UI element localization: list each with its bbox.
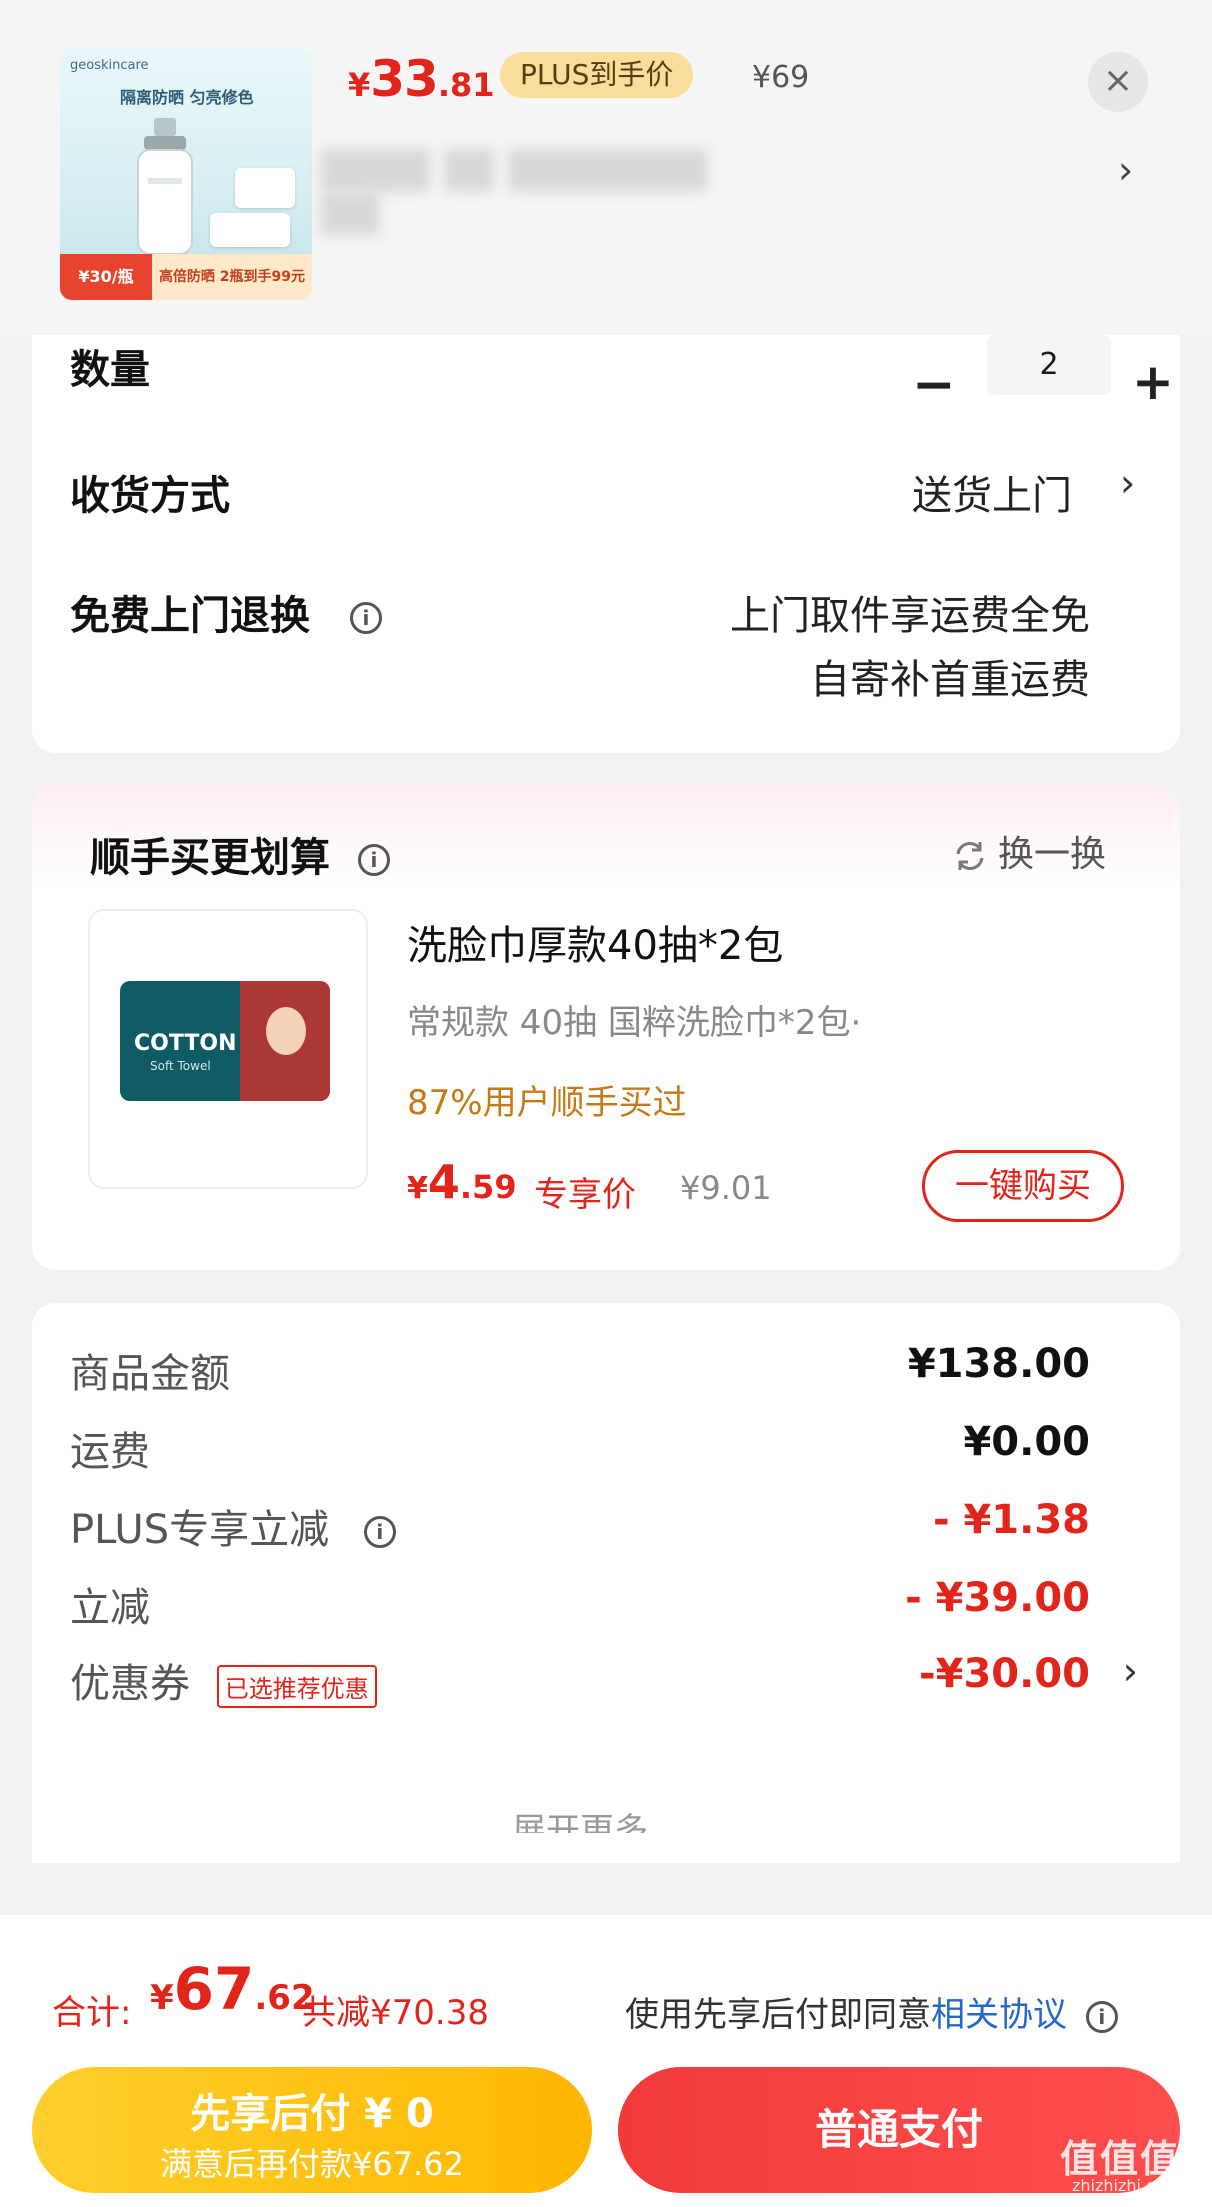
one-click-buy-button[interactable]: 一键购买 — [922, 1150, 1124, 1222]
thumbnail-card — [235, 168, 295, 208]
thumbnail-slogan: 隔离防晒 匀亮修色 — [120, 88, 254, 107]
refresh-icon — [956, 842, 984, 870]
total-savings: 共减¥70.38 — [302, 1993, 489, 2033]
close-button[interactable]: × — [1088, 52, 1148, 112]
sunscreen-bottle-icon — [137, 118, 193, 255]
chevron-right-icon[interactable]: › — [1120, 461, 1135, 505]
info-icon[interactable]: i — [349, 602, 382, 634]
free-return-label: 免费上门退换 i — [70, 583, 382, 641]
quantity-label: 数量 — [70, 347, 150, 393]
agreement-link[interactable]: 相关协议 — [931, 1995, 1067, 2035]
info-icon[interactable]: i — [363, 1516, 396, 1548]
watermark: 值值值 — [1060, 2137, 1181, 2181]
quantity-stepper[interactable]: 2 — [987, 335, 1111, 395]
plus-price: ¥ 33 .81 — [348, 50, 495, 110]
pack-label: COTTON — [134, 1031, 237, 1056]
total-amount: ¥ 67 .62 — [150, 1955, 315, 2023]
summary-label: 运费 — [70, 1429, 150, 1475]
upsell-card: 顺手买更划算 i 换一换 COTTON Soft Towel 洗脸巾厚款40抽*… — [32, 785, 1180, 1270]
upsell-title: 顺手买更划算 i — [90, 825, 390, 883]
price-currency: ¥ — [150, 1978, 174, 2018]
thumbnail-badge: ¥30/瓶 — [60, 254, 152, 300]
pack-sublabel: Soft Towel — [150, 1059, 211, 1073]
chevron-right-icon[interactable]: › — [1123, 1649, 1138, 1693]
price-currency: ¥ — [348, 66, 371, 104]
quantity-increase-button[interactable]: + — [1132, 353, 1174, 411]
exclusive-price-label: 专享价 — [534, 1175, 636, 1215]
info-icon[interactable]: i — [357, 844, 390, 876]
delivery-method-value[interactable]: 送货上门 — [912, 463, 1072, 521]
product-header: geoskincare 隔离防晒 匀亮修色 ¥30/瓶 高倍防晒 2瓶到手99元… — [0, 0, 1212, 335]
summary-value: - ¥1.38 — [932, 1497, 1090, 1543]
close-icon: × — [1102, 60, 1134, 101]
upsell-product-image[interactable]: COTTON Soft Towel — [88, 909, 368, 1189]
free-return-text: 免费上门退换 — [70, 593, 310, 639]
summary-label: 立减 — [70, 1585, 150, 1631]
summary-label: PLUS专享立减 i — [70, 1497, 396, 1555]
plus-price-badge: PLUS到手价 — [500, 52, 694, 98]
coupon-tag: 已选推荐优惠 — [216, 1664, 377, 1708]
upsell-product-spec[interactable]: 常规款 40抽 国粹洗脸巾*2包· — [407, 995, 861, 1044]
upsell-title-text: 顺手买更划算 — [90, 835, 330, 881]
original-price: ¥69 — [752, 60, 810, 95]
order-options-card: 数量 − 2 + 收货方式 送货上门 › 免费上门退换 i 上门取件享运费全免 … — [32, 335, 1180, 753]
summary-value: ¥0.00 — [963, 1419, 1090, 1465]
bnpl-subtitle: 满意后再付款¥67.62 — [160, 2145, 464, 2183]
price-decimal: .59 — [459, 1168, 517, 1206]
quantity-decrease-button[interactable]: − — [912, 355, 956, 415]
price-integer: 67 — [173, 1955, 255, 2023]
summary-label: 优惠券 已选推荐优惠 — [70, 1651, 377, 1709]
summary-label: 商品金额 — [70, 1351, 230, 1397]
thumbnail-brand: geoskincare — [70, 58, 149, 73]
refresh-button[interactable]: 换一换 — [952, 825, 1106, 877]
coupon-value[interactable]: -¥30.00 — [919, 1651, 1090, 1697]
upsell-buyers-stat: 87%用户顺手买过 — [407, 1083, 687, 1123]
upsell-price: ¥ 4 .59 — [407, 1155, 517, 1209]
total-label: 合计: — [52, 1993, 132, 2033]
refresh-label: 换一换 — [998, 834, 1107, 875]
blurred-spec-text — [320, 148, 790, 236]
agreement-prefix: 使用先享后付即同意 — [625, 1995, 931, 2035]
watermark-url: zhizhizhi.com — [1072, 2176, 1181, 2195]
price-summary-card: 商品金额 ¥138.00 运费 ¥0.00 PLUS专享立减 i - ¥1.38… — [32, 1303, 1180, 1863]
summary-value: - ¥39.00 — [905, 1575, 1090, 1621]
expand-more-link[interactable]: 展开更多 — [512, 1803, 648, 1833]
upsell-product-name[interactable]: 洗脸巾厚款40抽*2包 — [407, 913, 783, 971]
pack-figure — [266, 1007, 306, 1055]
product-thumbnail[interactable]: geoskincare 隔离防晒 匀亮修色 ¥30/瓶 高倍防晒 2瓶到手99元 — [60, 48, 312, 300]
thumbnail-promo: 高倍防晒 2瓶到手99元 — [152, 254, 312, 300]
return-policy-line2: 自寄补首重运费 — [810, 657, 1090, 703]
return-policy-line1: 上门取件享运费全免 — [730, 593, 1090, 639]
price-integer: 4 — [427, 1155, 460, 1209]
checkout-bar: 合计: ¥ 67 .62 共减¥70.38 使用先享后付即同意相关协议 i 先享… — [0, 1915, 1212, 2207]
quantity-value: 2 — [1039, 347, 1059, 382]
delivery-method-label: 收货方式 — [70, 473, 230, 519]
thumbnail-card — [210, 213, 290, 247]
coupon-label: 优惠券 — [70, 1661, 190, 1707]
info-icon[interactable]: i — [1085, 2000, 1118, 2033]
buy-now-pay-later-button[interactable]: 先享后付 ¥ 0 满意后再付款¥67.62 — [32, 2067, 592, 2193]
bnpl-title: 先享后付 ¥ 0 — [190, 2091, 434, 2137]
price-decimal: .81 — [437, 66, 495, 104]
price-currency: ¥ — [407, 1171, 428, 1206]
chevron-right-icon[interactable]: › — [1118, 148, 1133, 192]
plus-discount-label: PLUS专享立减 — [70, 1507, 330, 1553]
agreement-text: 使用先享后付即同意相关协议 i — [625, 1987, 1118, 2036]
summary-value: ¥138.00 — [907, 1341, 1090, 1387]
upsell-original-price: ¥9.01 — [680, 1169, 772, 1207]
price-integer: 33 — [370, 50, 439, 108]
